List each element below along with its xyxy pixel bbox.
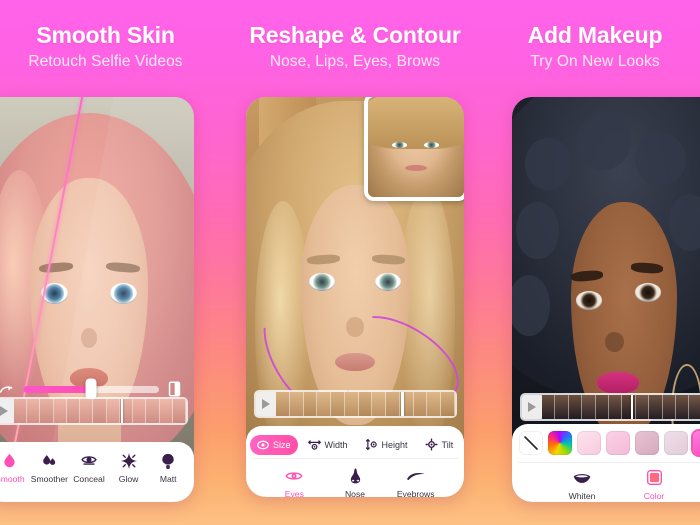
feature-eyes[interactable]: Eyes xyxy=(264,466,325,497)
pink-swatch-5[interactable] xyxy=(693,431,700,455)
droplets-icon xyxy=(41,451,58,470)
tilt-icon xyxy=(424,438,438,451)
tool-color[interactable]: Color xyxy=(618,468,690,501)
right-eye xyxy=(374,273,401,292)
width-icon xyxy=(307,440,321,450)
eye-icon xyxy=(285,466,303,485)
page-title: Smooth Skin xyxy=(36,22,175,48)
tool-conceal[interactable]: Conceal xyxy=(69,451,109,484)
makeup-tool-row: Whiten Color xyxy=(512,461,700,502)
feature-label: Nose xyxy=(344,489,366,497)
play-icon[interactable] xyxy=(0,399,14,423)
page-subtitle: Nose, Lips, Eyes, Brows xyxy=(269,53,441,71)
phone-mockup: Size Width Height Tilt Eyes Nose Eyebrow… xyxy=(246,97,464,497)
timeline-playhead[interactable] xyxy=(120,399,124,423)
tool-matt[interactable]: Matt xyxy=(148,451,188,484)
adjust-height[interactable]: Height xyxy=(358,434,415,455)
timeline-frames[interactable] xyxy=(14,399,186,423)
feature-nose[interactable]: Nose xyxy=(325,466,386,497)
tool-label: Whiten xyxy=(568,491,596,501)
color-swatch-row xyxy=(512,424,700,461)
height-icon xyxy=(365,438,377,451)
adjustment-pill-row: Size Width Height Tilt xyxy=(246,426,464,461)
tool-glow[interactable]: Glow xyxy=(109,451,149,484)
redo-arrow-icon[interactable] xyxy=(0,381,15,398)
page-subtitle: Try On New Looks xyxy=(530,53,660,71)
compare-split-icon[interactable] xyxy=(167,380,182,398)
face-preview-thumbnail[interactable] xyxy=(364,97,464,201)
sparkle-icon xyxy=(120,451,138,470)
timeline-playhead[interactable] xyxy=(401,392,404,416)
tool-label: Matt xyxy=(159,474,177,484)
panel-header: Smooth Skin Retouch Selfie Videos xyxy=(0,22,211,71)
app-screen: Smooth Smoother xyxy=(0,97,194,502)
feature-tool-row: Eyes Nose Eyebrows xyxy=(246,461,464,497)
timeline-playhead[interactable] xyxy=(630,395,634,419)
adjust-label: Tilt xyxy=(441,439,454,450)
panel-header: Reshape & Contour Nose, Lips, Eyes, Brow… xyxy=(232,22,478,71)
video-timeline[interactable] xyxy=(0,397,188,425)
panel-header: Add Makeup Try On New Looks xyxy=(490,22,700,71)
panel-reshape-contour: Reshape & Contour Nose, Lips, Eyes, Brow… xyxy=(232,0,478,525)
page-subtitle: Retouch Selfie Videos xyxy=(28,53,183,71)
tool-whiten[interactable]: Whiten xyxy=(546,468,618,501)
feature-label: Eyebrows xyxy=(396,489,435,497)
left-eye xyxy=(575,291,603,311)
pink-swatch-2[interactable] xyxy=(606,431,630,455)
pink-swatch-1[interactable] xyxy=(577,431,601,455)
adjust-label: Height xyxy=(381,439,408,450)
adjust-label: Size xyxy=(273,439,291,450)
intensity-slider[interactable] xyxy=(23,378,159,400)
panel-smooth-skin: Smooth Skin Retouch Selfie Videos mooth … xyxy=(0,0,211,525)
color-square-icon xyxy=(646,468,663,487)
adjust-label: Width xyxy=(324,439,348,450)
none-swatch[interactable] xyxy=(519,431,543,455)
smoothing-tool-row: Smooth Smoother xyxy=(0,442,194,488)
eye-patch-icon xyxy=(80,451,98,470)
powder-puff-icon xyxy=(160,451,176,470)
adjust-size[interactable]: Size xyxy=(250,434,298,455)
pink-swatch-3[interactable] xyxy=(635,431,659,455)
adjust-width[interactable]: Width xyxy=(301,434,355,455)
tool-label: Color xyxy=(643,491,665,501)
tool-label: Smooth xyxy=(0,474,25,484)
timeline-frames[interactable] xyxy=(542,395,700,419)
timeline-frames[interactable] xyxy=(276,392,455,416)
eyebrow-icon xyxy=(406,466,426,485)
tool-label: Smoother xyxy=(30,474,69,484)
adjust-tilt[interactable]: Tilt xyxy=(418,434,461,455)
intensity-slider-row xyxy=(0,378,182,400)
adjust-distance[interactable]: Dist xyxy=(463,434,464,455)
video-timeline[interactable] xyxy=(520,393,700,421)
page-title: Reshape & Contour xyxy=(249,22,461,48)
tool-label: Conceal xyxy=(73,474,105,484)
tool-sheet: Size Width Height Tilt Eyes Nose Eyebrow… xyxy=(246,426,464,497)
play-icon[interactable] xyxy=(256,392,276,416)
page-title: Add Makeup xyxy=(527,22,663,48)
screenshot-collage: Smooth Skin Retouch Selfie Videos mooth … xyxy=(0,0,700,525)
video-timeline[interactable] xyxy=(254,390,457,418)
droplet-icon xyxy=(1,451,18,470)
tool-smoother[interactable]: Smoother xyxy=(30,451,70,484)
phone-mockup: Smooth Smoother xyxy=(0,97,194,502)
tool-sheet: Smooth Smoother xyxy=(0,442,194,502)
feature-eyebrows[interactable]: Eyebrows xyxy=(385,466,446,497)
pink-swatch-4[interactable] xyxy=(664,431,688,455)
play-icon[interactable] xyxy=(522,395,542,419)
size-icon xyxy=(257,440,269,449)
makeup-sheet: Whiten Color xyxy=(512,424,700,502)
panel-add-makeup: Add Makeup Try On New Looks Whiten Color xyxy=(490,0,700,525)
teeth-icon xyxy=(572,468,592,487)
tool-label: Glow xyxy=(118,474,139,484)
nose-icon xyxy=(348,466,363,485)
feature-label: Eyes xyxy=(284,489,304,497)
phone-mockup: Whiten Color xyxy=(512,97,700,502)
rainbow-swatch[interactable] xyxy=(548,431,572,455)
app-screen: Size Width Height Tilt Eyes Nose Eyebrow… xyxy=(246,97,464,497)
app-screen: Whiten Color xyxy=(512,97,700,502)
tool-smooth[interactable]: Smooth xyxy=(0,451,30,484)
